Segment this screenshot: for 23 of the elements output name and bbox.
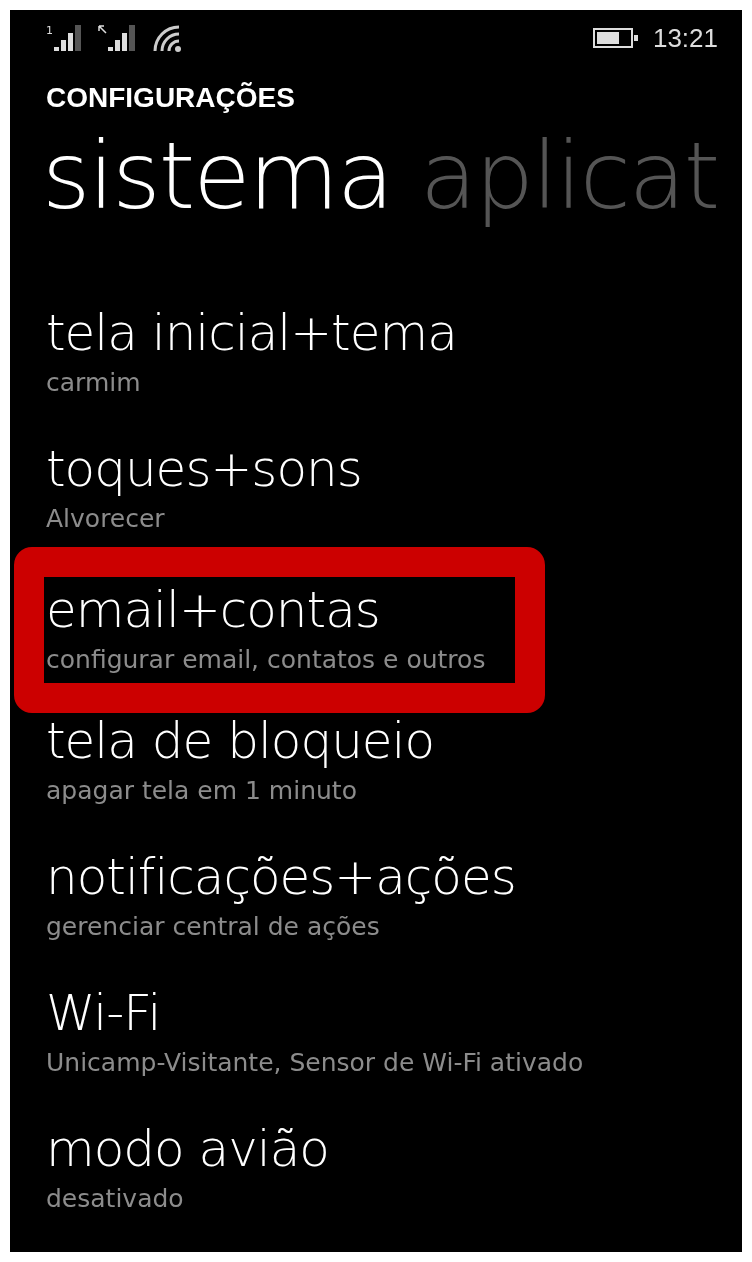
settings-item-title[interactable]: toques+sons (46, 436, 362, 502)
sim-number: 1 (46, 25, 53, 37)
settings-item-title[interactable]: tela de bloqueio (46, 708, 435, 774)
settings-item-title[interactable]: notificações+ações (46, 844, 516, 910)
settings-item-title[interactable]: email+contas (46, 577, 486, 643)
settings-item-subtitle: desativado (46, 1183, 185, 1215)
wifi-icon (152, 24, 182, 53)
settings-item-title[interactable]: Wi-Fi (46, 980, 584, 1046)
signal-icon (54, 25, 84, 52)
signal-icon (108, 25, 138, 52)
settings-item-subtitle: Unicamp-Visitante, Sensor de Wi-Fi ativado (46, 1047, 584, 1079)
clock-time: 13:21 (652, 22, 718, 54)
page-title: CONFIGURAÇÕES (46, 82, 296, 115)
battery-icon (592, 28, 639, 49)
settings-item-subtitle: apagar tela em 1 minuto (46, 775, 358, 807)
settings-item-subtitle: gerenciar central de ações (46, 911, 381, 943)
settings-item-subtitle: carmim (46, 367, 142, 399)
settings-item-subtitle: Alvorecer (46, 503, 166, 535)
settings-item-title[interactable]: tela inicial+tema (46, 300, 457, 366)
pivot-tab[interactable]: sistema (42, 128, 392, 226)
settings-item-subtitle: configurar email, contatos e outros (46, 644, 486, 676)
arrow-icon (98, 25, 107, 35)
settings-item-title[interactable]: modo avião (46, 1116, 329, 1182)
